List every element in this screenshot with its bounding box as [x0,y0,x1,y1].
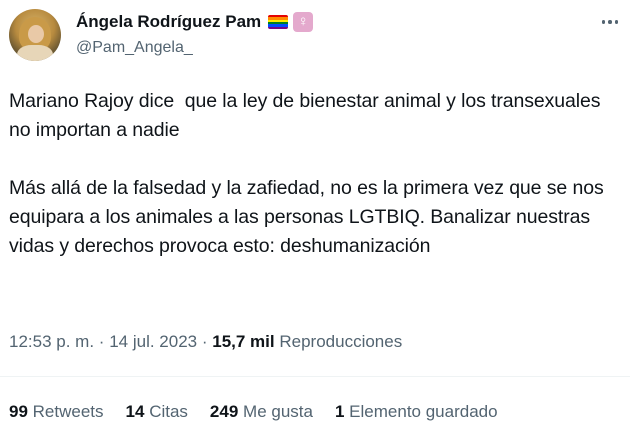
stat-count: 99 [9,402,28,421]
flag-stripe [268,26,289,29]
stat-likes[interactable]: 249 Me gusta [210,400,313,424]
tweet-card: Ángela Rodríguez Pam ♀ @Pam_Angela_ Mari… [0,0,630,444]
more-dot [601,20,606,24]
views-count: 15,7 mil [212,332,275,351]
avatar-face [28,25,44,43]
stat-label: Me gusta [243,402,313,421]
stat-label: Elemento guardado [349,402,498,421]
stat-label: Retweets [32,402,104,421]
stat-bookmarks[interactable]: 1 Elemento guardado [335,400,498,424]
divider [0,376,630,377]
stat-count: 14 [125,402,145,421]
stat-label: Citas [149,402,188,421]
engagement-stats: 99 Retweets 14 Citas 249 Me gusta 1 Elem… [9,400,498,424]
stat-count: 1 [334,402,345,421]
stat-count: 249 [209,402,239,421]
avatar-body [17,45,53,61]
tweet-date[interactable]: 14 jul. 2023 [109,332,197,351]
tweet-time[interactable]: 12:53 p. m. [9,332,94,351]
more-dot [608,20,612,24]
author-display-name[interactable]: Ángela Rodríguez Pam [76,11,261,33]
more-dot [614,20,619,24]
female-sign-icon: ♀ [293,12,314,32]
stat-retweets[interactable]: 99 Retweets [9,400,104,424]
avatar[interactable] [9,9,61,61]
tweet-text: Mariano Rajoy dice que la ley de bienest… [9,90,604,257]
tweet-meta: 12:53 p. m. · 14 jul. 2023 · 15,7 mil Re… [9,329,402,355]
stat-quotes[interactable]: 14 Citas [126,400,188,424]
author-name-row: Ángela Rodríguez Pam ♀ [76,11,314,33]
views-label: Reproducciones [279,332,403,351]
author-handle[interactable]: @Pam_Angela_ [76,38,193,58]
more-options-icon[interactable] [596,12,624,32]
rainbow-flag-icon [268,15,289,29]
meta-separator: · [201,332,208,351]
meta-separator: · [98,332,105,351]
